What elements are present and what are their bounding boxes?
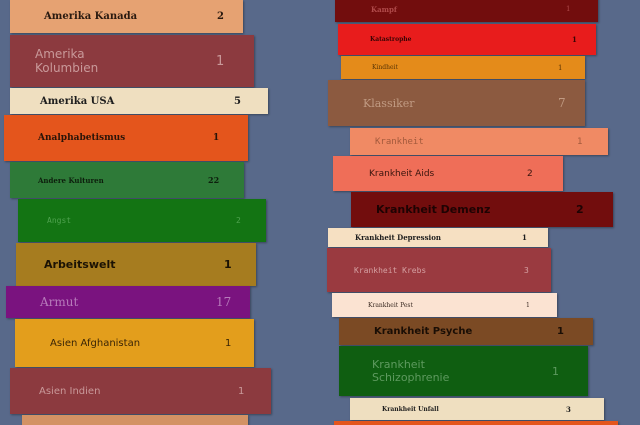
book-label: Kampf: [371, 4, 397, 14]
book-count: 1: [557, 326, 564, 337]
book-partial[interactable]: [334, 421, 618, 425]
book-angst[interactable]: Angst 2: [18, 199, 266, 242]
book-asien-indien[interactable]: Asien Indien 1: [10, 368, 271, 414]
book-label: Asien Afghanistan: [50, 337, 141, 349]
book-count: 3: [524, 265, 529, 275]
book-count: 1: [566, 5, 571, 13]
book-count: 1: [213, 133, 220, 143]
book-count: 22: [208, 175, 220, 185]
book-label: Arbeitswelt: [44, 258, 116, 271]
book-label: Krankheit Pest: [368, 301, 413, 309]
book-armut[interactable]: Armut 17: [6, 286, 250, 318]
book-label: Krankheit: [375, 136, 424, 147]
book-label: Krankheit Demenz: [376, 203, 491, 216]
book-count: 1: [225, 337, 232, 349]
book-count: 1: [238, 385, 245, 397]
book-klassiker[interactable]: Klassiker 7: [328, 80, 585, 126]
book-krankheit-schizophrenie[interactable]: Krankheit Schizophrenie 1: [339, 346, 588, 396]
book-count: 2: [217, 11, 224, 22]
book-andere-kulturen[interactable]: Andere Kulturen 22: [10, 162, 244, 198]
book-kampf[interactable]: Kampf 1: [335, 0, 598, 22]
book-krankheit-demenz[interactable]: Krankheit Demenz 2: [351, 192, 613, 227]
book-krankheit-psyche[interactable]: Krankheit Psyche 1: [339, 318, 593, 345]
book-label: Krankheit Aids: [369, 168, 435, 179]
book-label: Asien Indien: [39, 385, 101, 397]
book-count: 17: [216, 295, 232, 309]
book-analphabetismus[interactable]: Analphabetismus 1: [4, 115, 248, 161]
book-label: Armut: [40, 295, 79, 309]
book-label: Kindheit: [372, 64, 398, 71]
book-label: Krankheit Krebs: [354, 265, 427, 275]
book-label: Amerika Kanada: [44, 11, 138, 22]
book-count: 1: [224, 258, 232, 271]
book-label: Krankheit Depression: [355, 233, 441, 242]
book-arbeitswelt[interactable]: Arbeitswelt 1: [16, 243, 256, 286]
book-count: 1: [552, 364, 559, 378]
book-amerika-usa[interactable]: Amerika USA 5: [10, 88, 268, 114]
book-label: Klassiker: [363, 96, 415, 110]
book-label: Amerika USA: [40, 95, 115, 107]
book-count: 3: [566, 404, 571, 414]
book-partial[interactable]: [22, 415, 248, 425]
book-label: Amerika Kolumbien: [35, 47, 99, 75]
book-count: 7: [558, 96, 566, 110]
book-count: 1: [216, 53, 225, 69]
book-amerika-kolumbien[interactable]: Amerika Kolumbien 1: [10, 35, 254, 87]
book-count: 1: [572, 35, 577, 44]
book-amerika-kanada[interactable]: Amerika Kanada 2: [10, 0, 243, 33]
book-label: Krankheit Schizophrenie: [372, 358, 450, 384]
book-label: Angst: [47, 216, 72, 225]
book-label: Krankheit Unfall: [382, 405, 439, 413]
book-krankheit-krebs[interactable]: Krankheit Krebs 3: [327, 248, 551, 292]
book-label: Krankheit Psyche: [374, 326, 473, 337]
book-label: Analphabetismus: [38, 133, 126, 143]
book-label: Andere Kulturen: [38, 175, 104, 185]
book-count: 1: [558, 63, 563, 72]
book-krankheit-depression[interactable]: Krankheit Depression 1: [328, 228, 548, 247]
book-label: Katastrophe: [370, 36, 412, 43]
book-katastrophe[interactable]: Katastrophe 1: [338, 24, 596, 55]
book-count: 1: [577, 136, 583, 147]
book-kindheit[interactable]: Kindheit 1: [341, 56, 585, 79]
book-count: 1: [522, 233, 527, 242]
book-count: 1: [526, 301, 530, 309]
book-count: 2: [576, 203, 584, 216]
book-count: 2: [236, 216, 241, 225]
book-count: 2: [527, 168, 533, 179]
book-asien-afghanistan[interactable]: Asien Afghanistan 1: [15, 319, 254, 367]
book-krankheit[interactable]: Krankheit 1: [350, 128, 608, 155]
book-count: 5: [234, 95, 241, 107]
book-krankheit-pest[interactable]: Krankheit Pest 1: [332, 293, 557, 317]
book-krankheit-unfall[interactable]: Krankheit Unfall 3: [350, 398, 604, 420]
book-krankheit-aids[interactable]: Krankheit Aids 2: [333, 156, 563, 191]
